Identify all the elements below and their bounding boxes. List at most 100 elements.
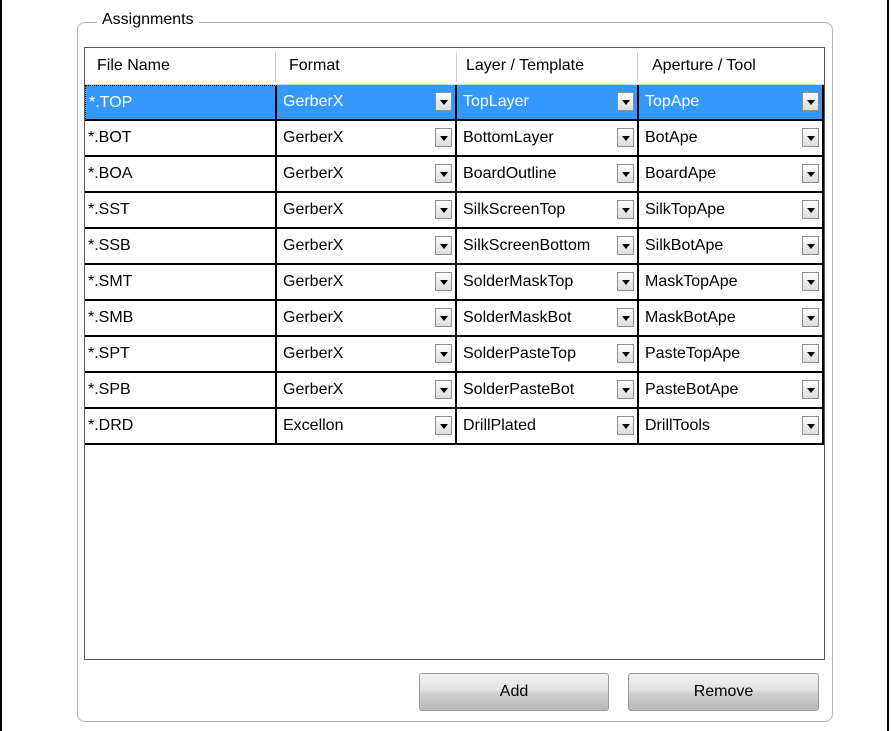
file-name-cell[interactable]: *.SMT	[85, 265, 277, 301]
format-cell-text: GerberX	[283, 381, 344, 398]
dropdown-arrow-icon[interactable]	[435, 236, 452, 255]
dropdown-arrow-icon[interactable]	[435, 380, 452, 399]
dropdown-arrow-icon[interactable]	[617, 164, 634, 183]
format-cell-text: GerberX	[283, 129, 344, 146]
dropdown-arrow-icon[interactable]	[617, 344, 634, 363]
file-name-cell[interactable]: *.SSB	[85, 229, 277, 265]
layer-template-cell[interactable]: SolderPasteBot	[457, 373, 639, 409]
format-cell[interactable]: GerberX	[277, 373, 457, 409]
format-cell[interactable]: GerberX	[277, 157, 457, 193]
layer-template-cell-text: SolderMaskTop	[463, 273, 574, 290]
table-row[interactable]: *.SST GerberX SilkScreenTop SilkTopApe	[85, 193, 824, 229]
format-cell[interactable]: GerberX	[277, 85, 457, 121]
file-name-cell[interactable]: *.TOP	[85, 85, 277, 121]
layer-template-cell[interactable]: SolderPasteTop	[457, 337, 639, 373]
table-row[interactable]: *.SPT GerberX SolderPasteTop PasteTopApe	[85, 337, 824, 373]
layer-template-cell[interactable]: SolderMaskBot	[457, 301, 639, 337]
table-row[interactable]: *.TOP GerberX TopLayer TopApe	[85, 85, 824, 121]
layer-template-cell-text: SolderPasteTop	[463, 345, 576, 362]
table-row[interactable]: *.DRD Excellon DrillPlated DrillTools	[85, 409, 824, 445]
dropdown-arrow-icon[interactable]	[435, 92, 452, 111]
dropdown-arrow-icon[interactable]	[802, 128, 819, 147]
aperture-tool-cell[interactable]: BoardApe	[639, 157, 824, 193]
format-cell[interactable]: Excellon	[277, 409, 457, 445]
layer-template-cell[interactable]: SilkScreenTop	[457, 193, 639, 229]
layer-template-cell[interactable]: TopLayer	[457, 85, 639, 121]
dropdown-arrow-icon[interactable]	[435, 416, 452, 435]
dropdown-arrow-icon[interactable]	[802, 92, 819, 111]
file-name-cell[interactable]: *.DRD	[85, 409, 277, 445]
table-row[interactable]: *.SSB GerberX SilkScreenBottom SilkBotApe	[85, 229, 824, 265]
column-header-layer-template[interactable]: Layer / Template	[466, 48, 641, 84]
format-cell[interactable]: GerberX	[277, 229, 457, 265]
remove-button[interactable]: Remove	[628, 673, 819, 711]
table-row[interactable]: *.SPB GerberX SolderPasteBot PasteBotApe	[85, 373, 824, 409]
layer-template-cell-text: SilkScreenTop	[463, 201, 566, 218]
format-cell[interactable]: GerberX	[277, 301, 457, 337]
dropdown-arrow-icon[interactable]	[802, 236, 819, 255]
file-name-cell[interactable]: *.SST	[85, 193, 277, 229]
column-separator[interactable]	[275, 52, 276, 82]
column-separator[interactable]	[456, 52, 457, 82]
aperture-tool-cell[interactable]: PasteTopApe	[639, 337, 824, 373]
dropdown-arrow-icon[interactable]	[435, 308, 452, 327]
table-row[interactable]: *.BOT GerberX BottomLayer BotApe	[85, 121, 824, 157]
file-name-cell-text: *.SMB	[88, 309, 134, 326]
dropdown-arrow-icon[interactable]	[617, 236, 634, 255]
assignments-grid[interactable]: File Name Format Layer / Template Apertu…	[84, 47, 825, 660]
layer-template-cell[interactable]: BoardOutline	[457, 157, 639, 193]
dropdown-arrow-icon[interactable]	[617, 200, 634, 219]
dropdown-arrow-icon[interactable]	[802, 416, 819, 435]
dropdown-arrow-icon[interactable]	[435, 128, 452, 147]
dropdown-arrow-icon[interactable]	[802, 200, 819, 219]
file-name-cell[interactable]: *.BOT	[85, 121, 277, 157]
aperture-tool-cell[interactable]: TopApe	[639, 85, 824, 121]
aperture-tool-cell[interactable]: SilkBotApe	[639, 229, 824, 265]
dropdown-arrow-icon[interactable]	[802, 344, 819, 363]
format-cell-text: GerberX	[283, 345, 344, 362]
aperture-tool-cell-text: MaskBotApe	[645, 309, 736, 326]
format-cell[interactable]: GerberX	[277, 337, 457, 373]
dropdown-arrow-icon[interactable]	[802, 308, 819, 327]
dropdown-arrow-icon[interactable]	[435, 272, 452, 291]
layer-template-cell[interactable]: DrillPlated	[457, 409, 639, 445]
aperture-tool-cell[interactable]: MaskBotApe	[639, 301, 824, 337]
layer-template-cell[interactable]: BottomLayer	[457, 121, 639, 157]
format-cell[interactable]: GerberX	[277, 193, 457, 229]
dropdown-arrow-icon[interactable]	[802, 272, 819, 291]
aperture-tool-cell[interactable]: MaskTopApe	[639, 265, 824, 301]
file-name-cell[interactable]: *.SMB	[85, 301, 277, 337]
aperture-tool-cell[interactable]: PasteBotApe	[639, 373, 824, 409]
dropdown-arrow-icon[interactable]	[617, 128, 634, 147]
aperture-tool-cell[interactable]: SilkTopApe	[639, 193, 824, 229]
dropdown-arrow-icon[interactable]	[617, 308, 634, 327]
dropdown-arrow-icon[interactable]	[802, 164, 819, 183]
dropdown-arrow-icon[interactable]	[435, 164, 452, 183]
format-cell[interactable]: GerberX	[277, 121, 457, 157]
layer-template-cell[interactable]: SolderMaskTop	[457, 265, 639, 301]
file-name-cell[interactable]: *.SPT	[85, 337, 277, 373]
dropdown-arrow-icon[interactable]	[802, 380, 819, 399]
aperture-tool-cell-text: TopApe	[645, 93, 700, 110]
dropdown-arrow-icon[interactable]	[435, 200, 452, 219]
column-separator[interactable]	[637, 52, 638, 82]
file-name-cell-text: *.TOP	[89, 94, 133, 111]
column-header-file-name[interactable]: File Name	[97, 48, 277, 84]
aperture-tool-cell[interactable]: BotApe	[639, 121, 824, 157]
layer-template-cell[interactable]: SilkScreenBottom	[457, 229, 639, 265]
dropdown-arrow-icon[interactable]	[617, 380, 634, 399]
dropdown-arrow-icon[interactable]	[435, 344, 452, 363]
column-header-aperture-tool[interactable]: Aperture / Tool	[652, 48, 824, 84]
add-button[interactable]: Add	[419, 673, 609, 711]
table-row[interactable]: *.BOA GerberX BoardOutline BoardApe	[85, 157, 824, 193]
file-name-cell[interactable]: *.SPB	[85, 373, 277, 409]
aperture-tool-cell[interactable]: DrillTools	[639, 409, 824, 445]
table-row[interactable]: *.SMT GerberX SolderMaskTop MaskTopApe	[85, 265, 824, 301]
table-row[interactable]: *.SMB GerberX SolderMaskBot MaskBotApe	[85, 301, 824, 337]
dropdown-arrow-icon[interactable]	[617, 416, 634, 435]
dropdown-arrow-icon[interactable]	[617, 92, 634, 111]
column-header-format[interactable]: Format	[289, 48, 459, 84]
dropdown-arrow-icon[interactable]	[617, 272, 634, 291]
file-name-cell[interactable]: *.BOA	[85, 157, 277, 193]
format-cell[interactable]: GerberX	[277, 265, 457, 301]
